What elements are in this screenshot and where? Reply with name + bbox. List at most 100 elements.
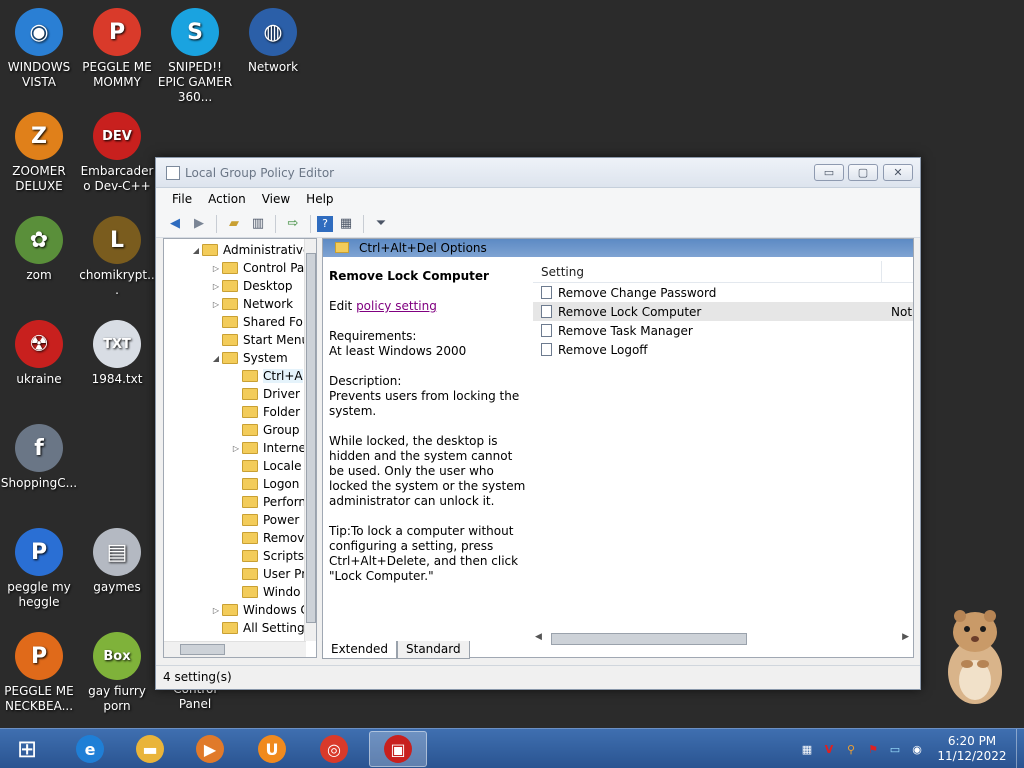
forward-arrow-icon[interactable]: ▶ [188, 214, 210, 234]
scroll-left-icon[interactable]: ◀ [535, 632, 542, 642]
desktop-icon[interactable]: ◍ Network [234, 8, 312, 75]
desktop-icon[interactable]: f ShoppingC... [0, 424, 78, 491]
tree-item[interactable]: Group [230, 421, 300, 439]
desktop-icon[interactable]: Lchomikrypt... [78, 216, 156, 298]
menu-help[interactable]: Help [298, 192, 341, 206]
description-value: Prevents users from locking the system. [329, 389, 520, 418]
clock[interactable]: 6:20 PM 11/12/2022 [934, 734, 1010, 764]
scroll-right-icon[interactable]: ▶ [902, 632, 909, 642]
tree-item[interactable]: ▷ Windows C [210, 601, 309, 619]
desktop-icon[interactable]: P PEGGLE ME NECKBEA... [0, 632, 78, 714]
tree-item[interactable]: ◢ Administrative [190, 241, 310, 259]
taskbar-file-explorer-button[interactable]: ▬ [121, 731, 179, 767]
tree-item[interactable]: ▷ Interne [230, 439, 306, 457]
setting-row[interactable]: Remove Task Manager [533, 321, 913, 340]
tray-search-icon[interactable]: ⚲ [842, 740, 860, 758]
tree-item-label: Driver I [263, 387, 308, 401]
properties-icon[interactable]: ▦ [335, 214, 357, 234]
tree-pane[interactable]: ◢ Administrative ▷ Control Pa ▷ Desktop ▷ Netwo… [163, 238, 317, 658]
taskbar-group-policy-editor-button[interactable]: ▣ [369, 731, 427, 767]
filter-icon[interactable]: ⏷ [370, 214, 392, 234]
help-icon[interactable]: ? [317, 215, 333, 232]
policy-setting-link[interactable]: policy setting [356, 299, 437, 313]
show-desktop-button[interactable] [1016, 729, 1024, 768]
desktop-icon[interactable]: ☢ ukraine [0, 320, 78, 387]
setting-row[interactable]: Remove Change Password [533, 283, 913, 302]
taskbar-chrome-button[interactable]: ◎ [305, 731, 363, 767]
tray-v-icon[interactable]: V [820, 740, 838, 758]
tree-item[interactable]: Power [230, 511, 299, 529]
tree-item[interactable]: Perforn [230, 493, 306, 511]
chrome-icon: ◎ [320, 735, 348, 763]
tree-item[interactable]: Driver I [230, 385, 307, 403]
close-button[interactable]: ✕ [883, 164, 913, 181]
desktop-icon[interactable]: TXT 1984.txt [78, 320, 156, 387]
expand-arrow-icon[interactable]: ▷ [230, 444, 242, 453]
up-folder-icon[interactable]: ▰ [223, 214, 245, 234]
setting-row[interactable]: Remove Lock Computer Not [533, 302, 913, 321]
scrollbar-thumb[interactable] [180, 644, 225, 655]
tree-item[interactable]: Logon [230, 475, 299, 493]
desktop-icon-label: gay fiurry porn [88, 684, 146, 713]
folder-icon [335, 242, 349, 253]
list-horizontal-scrollbar[interactable]: ◀ ▶ [533, 631, 911, 647]
internet-explorer-icon: e [76, 735, 104, 763]
desktop-icon[interactable]: ▤ gaymes [78, 528, 156, 595]
export-list-icon[interactable]: ⇨ [282, 214, 304, 234]
tree-item[interactable]: ▷ Control Pa [210, 259, 304, 277]
tree-vertical-scrollbar[interactable] [304, 239, 316, 641]
menu-action[interactable]: Action [200, 192, 254, 206]
volume-icon[interactable]: ◉ [908, 740, 926, 758]
tree-item[interactable]: Remov [230, 529, 304, 547]
tree-item[interactable]: Shared Fol [210, 313, 306, 331]
title-bar[interactable]: Local Group Policy Editor ▭ ▢ ✕ [156, 158, 920, 188]
tree-item[interactable]: User Pr [230, 565, 306, 583]
back-arrow-icon[interactable]: ◀ [164, 214, 186, 234]
expand-arrow-icon[interactable]: ▷ [210, 264, 222, 273]
display-icon[interactable]: ▭ [886, 740, 904, 758]
desktop-icon-label: Embarcadero Dev-C++ [80, 164, 154, 193]
desktop-icon[interactable]: Z ZOOMER DELUXE [0, 112, 78, 194]
expand-arrow-icon[interactable]: ▷ [210, 282, 222, 291]
minimize-button[interactable]: ▭ [814, 164, 844, 181]
desktop-icon[interactable]: ✿ zom [0, 216, 78, 283]
tree-item[interactable]: ▷ Network [210, 295, 293, 313]
desktop-icon[interactable]: P PEGGLE ME MOMMY [78, 8, 156, 90]
taskbar-media-player-button[interactable]: ▶ [181, 731, 239, 767]
tree-horizontal-scrollbar[interactable] [164, 641, 306, 657]
tree-item[interactable]: Ctrl+A [230, 367, 303, 385]
desktop-icon[interactable]: ◉ WINDOWS VISTA [0, 8, 78, 90]
scrollbar-thumb[interactable] [551, 633, 747, 645]
taskbar-internet-explorer-button[interactable]: e [61, 731, 119, 767]
action-center-flag-icon[interactable]: ⚑ [864, 740, 882, 758]
tree-item[interactable]: All Setting [210, 619, 305, 637]
tree-item[interactable]: ▷ Desktop [210, 277, 293, 295]
expand-arrow-icon[interactable]: ▷ [210, 300, 222, 309]
taskbar-uc-browser-button[interactable]: U [243, 731, 301, 767]
desktop-icon[interactable]: Box gay fiurry porn [78, 632, 156, 714]
expand-arrow-icon[interactable]: ◢ [190, 246, 202, 255]
tree-item[interactable]: Windo [230, 583, 301, 601]
column-header-setting[interactable]: Setting [533, 261, 913, 283]
setting-row[interactable]: Remove Logoff [533, 340, 913, 359]
tree-item[interactable]: Scripts [230, 547, 304, 565]
tab-extended[interactable]: Extended [322, 641, 397, 659]
desktop-icon[interactable]: DEV Embarcadero Dev-C++ [78, 112, 156, 194]
scrollbar-thumb[interactable] [306, 253, 316, 623]
show-hide-tree-icon[interactable]: ▥ [247, 214, 269, 234]
expand-arrow-icon[interactable]: ▷ [210, 606, 222, 615]
menu-file[interactable]: File [164, 192, 200, 206]
tree-item[interactable]: Locale [230, 457, 301, 475]
desktop-icon[interactable]: S SNIPED!! EPIC GAMER 360... [156, 8, 234, 105]
menu-view[interactable]: View [254, 192, 298, 206]
tree-item[interactable]: Folder [230, 403, 300, 421]
maximize-button[interactable]: ▢ [848, 164, 878, 181]
expand-arrow-icon[interactable]: ◢ [210, 354, 222, 363]
tray-app-icon[interactable]: ▦ [798, 740, 816, 758]
desktop-icon[interactable]: Ppeggle my heggle [0, 528, 78, 610]
tab-standard[interactable]: Standard [397, 641, 470, 659]
tree-item[interactable]: ◢ System [210, 349, 288, 367]
tree-item[interactable]: Start Menu [210, 331, 309, 349]
column-separator[interactable] [881, 261, 882, 283]
start-button[interactable]: ⊞ [0, 731, 54, 767]
